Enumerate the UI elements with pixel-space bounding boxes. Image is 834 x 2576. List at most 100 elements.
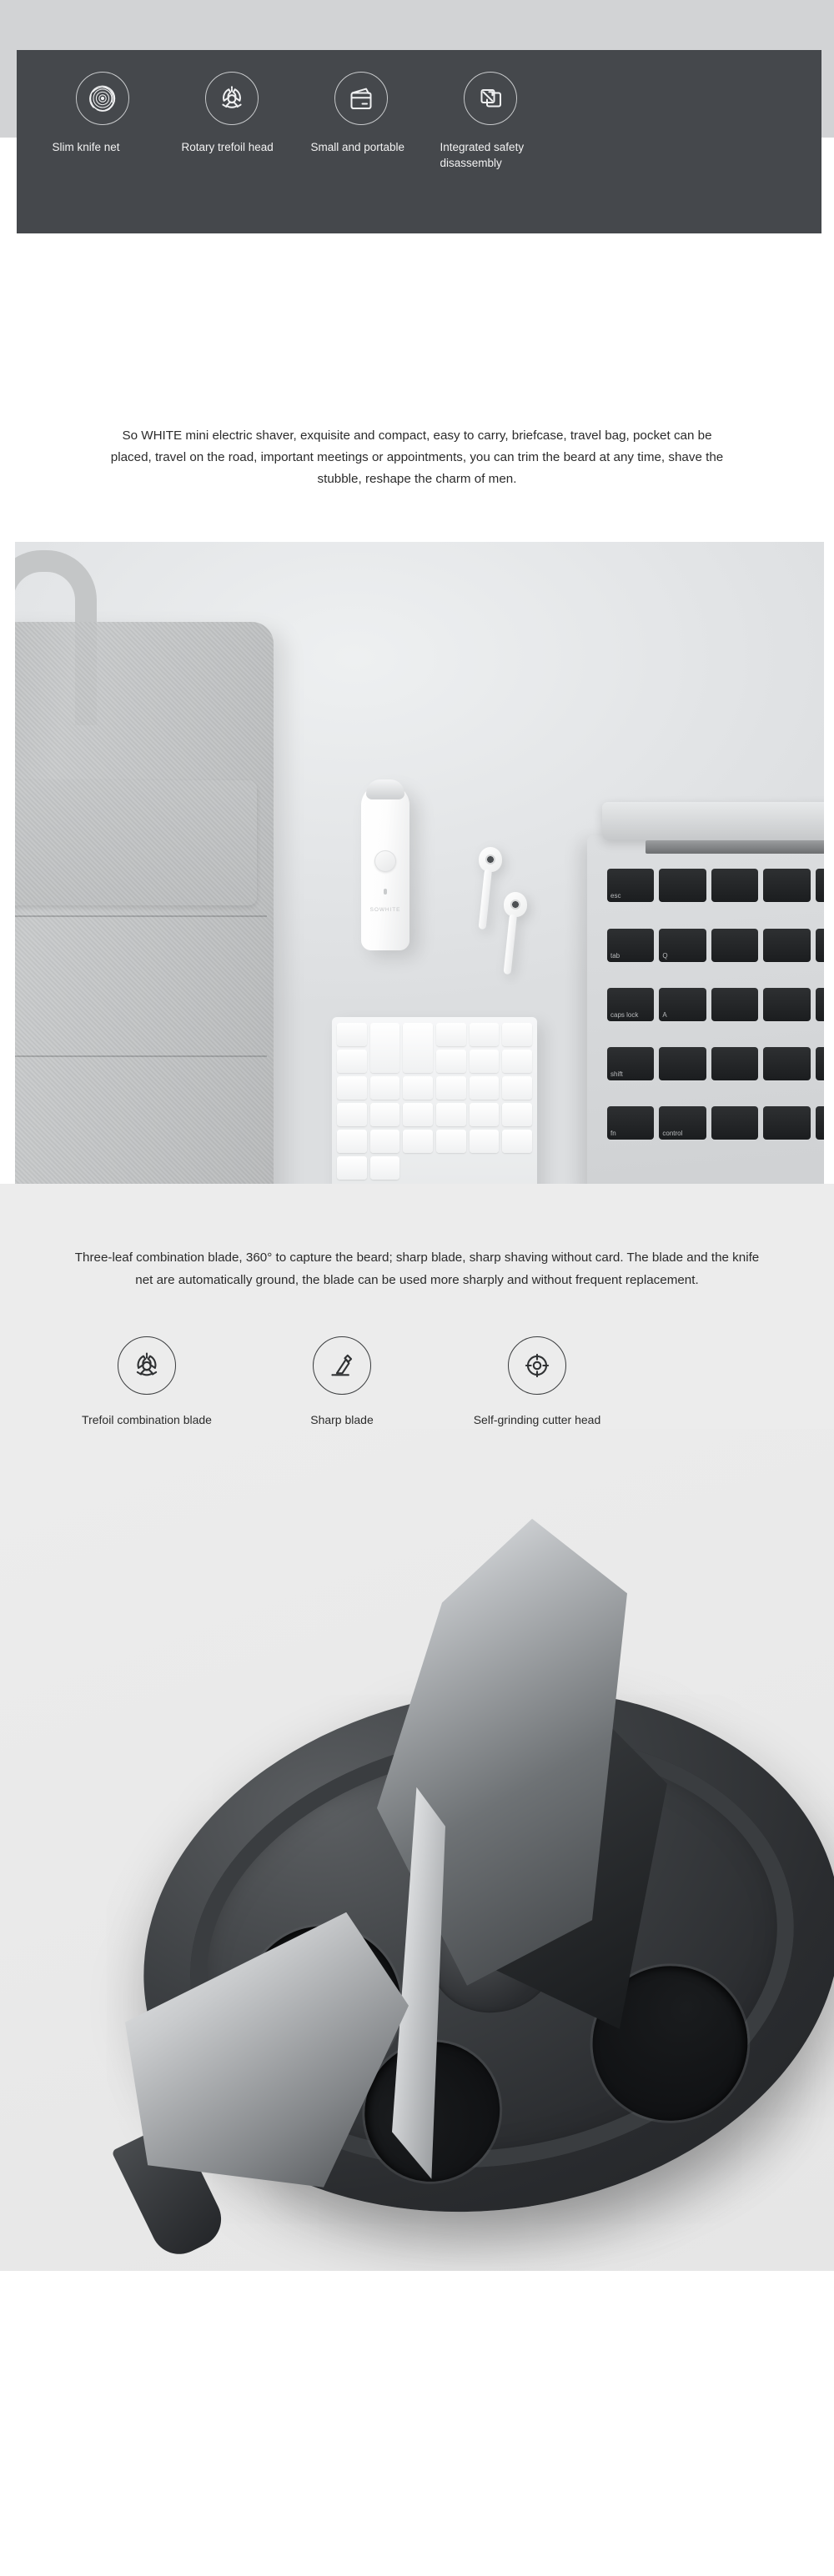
shaver-brand-text: SOWHITE <box>369 907 401 914</box>
blade-feature-trefoil-combination-blade: Trefoil combination blade <box>80 1336 214 1429</box>
macbook-key <box>763 1106 811 1140</box>
macbook-key <box>659 869 706 903</box>
blade-paragraph: Three-leaf combination blade, 360° to ca… <box>74 1250 760 1287</box>
earbud-left <box>478 847 502 930</box>
trefoil-head-icon <box>118 1336 176 1395</box>
macbook-key <box>763 869 811 903</box>
macbook-key: A <box>659 987 706 1021</box>
keyboard-key <box>436 1130 466 1154</box>
blade-feature-label: Self-grinding cutter head <box>473 1412 601 1426</box>
macbook-key <box>711 1106 759 1140</box>
sleeve-front-pocket <box>15 780 257 906</box>
sleeve-seam <box>15 1055 267 1058</box>
keyboard-key <box>369 1156 400 1180</box>
macbook-key: fn <box>607 1106 655 1140</box>
feature-item-small-and-portable: Small and portable <box>310 72 408 155</box>
feature-label: Integrated safety disassembly <box>440 141 525 170</box>
blade-feature-self-grinding-cutter-head: Self-grinding cutter head <box>470 1336 604 1429</box>
macbook-key <box>763 1047 811 1081</box>
keyboard-key <box>502 1050 532 1074</box>
macbook-key <box>711 869 759 903</box>
keyboard-key <box>502 1023 532 1047</box>
keyboard-key <box>436 1103 466 1127</box>
earbud-mesh <box>510 900 520 910</box>
keyboard-key <box>369 1130 400 1154</box>
feature-item-rotary-trefoil-head: Rotary trefoil head <box>181 72 279 155</box>
macbook-key <box>815 987 824 1021</box>
macbook-screen-edge <box>602 802 824 841</box>
blade-feature-label: Trefoil combination blade <box>82 1412 212 1426</box>
macbook-key: esc <box>607 869 655 903</box>
blade-feature-sharp-blade: Sharp blade <box>275 1336 409 1429</box>
macbook-key: shift <box>607 1047 655 1081</box>
macbook-key <box>711 987 759 1021</box>
macbook-key <box>815 869 824 903</box>
shaver-cap <box>366 779 404 800</box>
keyboard-key <box>337 1023 367 1047</box>
shaver-led-indicator <box>384 889 387 895</box>
keyboard-key <box>469 1076 500 1100</box>
self-grinding-target-icon <box>508 1336 566 1395</box>
feature-icon-row: Slim knife net Rotary trefoil head Small… <box>17 50 821 233</box>
keyboard-key <box>502 1103 532 1127</box>
keyboard-key <box>369 1076 400 1100</box>
keyboard-key <box>337 1076 367 1100</box>
earbud-body <box>504 892 527 918</box>
blade-paragraph-wrap: Three-leaf combination blade, 360° to ca… <box>0 1217 834 1299</box>
keyboard-key <box>337 1130 367 1154</box>
macbook-key <box>659 1047 706 1081</box>
macbook-keyboard: esc tab Q caps lock A shift fn control <box>607 869 824 1160</box>
keyboard-key <box>502 1130 532 1154</box>
macbook-key <box>711 928 759 962</box>
keyboard-key <box>337 1050 367 1074</box>
blade-feature-row: Trefoil combination blade Sharp blade Se… <box>0 1300 834 1429</box>
intro-paragraph: So WHITE mini electric shaver, exquisite… <box>110 428 724 487</box>
keyboard-key <box>369 1103 400 1127</box>
keyboard-key <box>436 1050 466 1074</box>
keyboard-key <box>369 1023 400 1074</box>
blade-render-image <box>0 1428 834 2271</box>
keyboard-key <box>403 1130 433 1154</box>
earbud-mesh <box>485 854 495 865</box>
keyboard-key <box>469 1050 500 1074</box>
keyboard-key <box>337 1156 367 1180</box>
wireless-keyboard <box>332 1017 537 1185</box>
macbook-key: caps lock <box>607 987 655 1021</box>
keyboard-key <box>436 1076 466 1100</box>
electric-shaver-product: SOWHITE <box>361 779 409 951</box>
product-detail-page: Slim knife net Rotary trefoil head Small… <box>0 0 834 2271</box>
macbook-key <box>815 1047 824 1081</box>
feature-label: Rotary trefoil head <box>181 141 274 153</box>
feature-label: Slim knife net <box>52 141 120 153</box>
macbook-key: Q <box>659 928 706 962</box>
earbud-right <box>503 892 527 975</box>
macbook-key <box>815 928 824 962</box>
keyboard-key <box>403 1023 433 1074</box>
sleeve-seam <box>15 915 267 918</box>
keyboard-key <box>469 1103 500 1127</box>
lifestyle-product-photo: SOWHITE esc tab Q caps lock A shift fn c… <box>15 542 824 1185</box>
macbook-key: control <box>659 1106 706 1140</box>
trefoil-head-icon <box>204 72 259 125</box>
keyboard-key <box>337 1103 367 1127</box>
macbook-key <box>763 987 811 1021</box>
keyboard-key <box>469 1023 500 1047</box>
laptop-sleeve-bag <box>15 550 274 1185</box>
earbud-body <box>479 847 502 873</box>
keyboard-key <box>502 1076 532 1100</box>
macbook-key <box>711 1047 759 1081</box>
wallet-icon <box>334 72 388 125</box>
macbook-key <box>763 928 811 962</box>
feature-item-slim-knife-net: Slim knife net <box>53 72 149 155</box>
sleeve-handle <box>15 550 97 726</box>
sharp-blade-icon <box>313 1336 371 1395</box>
keyboard-key <box>403 1103 433 1127</box>
keyboard-key <box>403 1076 433 1100</box>
knife-net-icon <box>75 72 129 125</box>
disassembly-icon <box>463 72 517 125</box>
intro-paragraph-section: So WHITE mini electric shaver, exquisite… <box>0 367 834 543</box>
macbook-key: tab <box>607 928 655 962</box>
feature-label: Small and portable <box>310 141 405 153</box>
macbook-key <box>815 1106 824 1140</box>
macbook-laptop: esc tab Q caps lock A shift fn control <box>587 802 824 1185</box>
